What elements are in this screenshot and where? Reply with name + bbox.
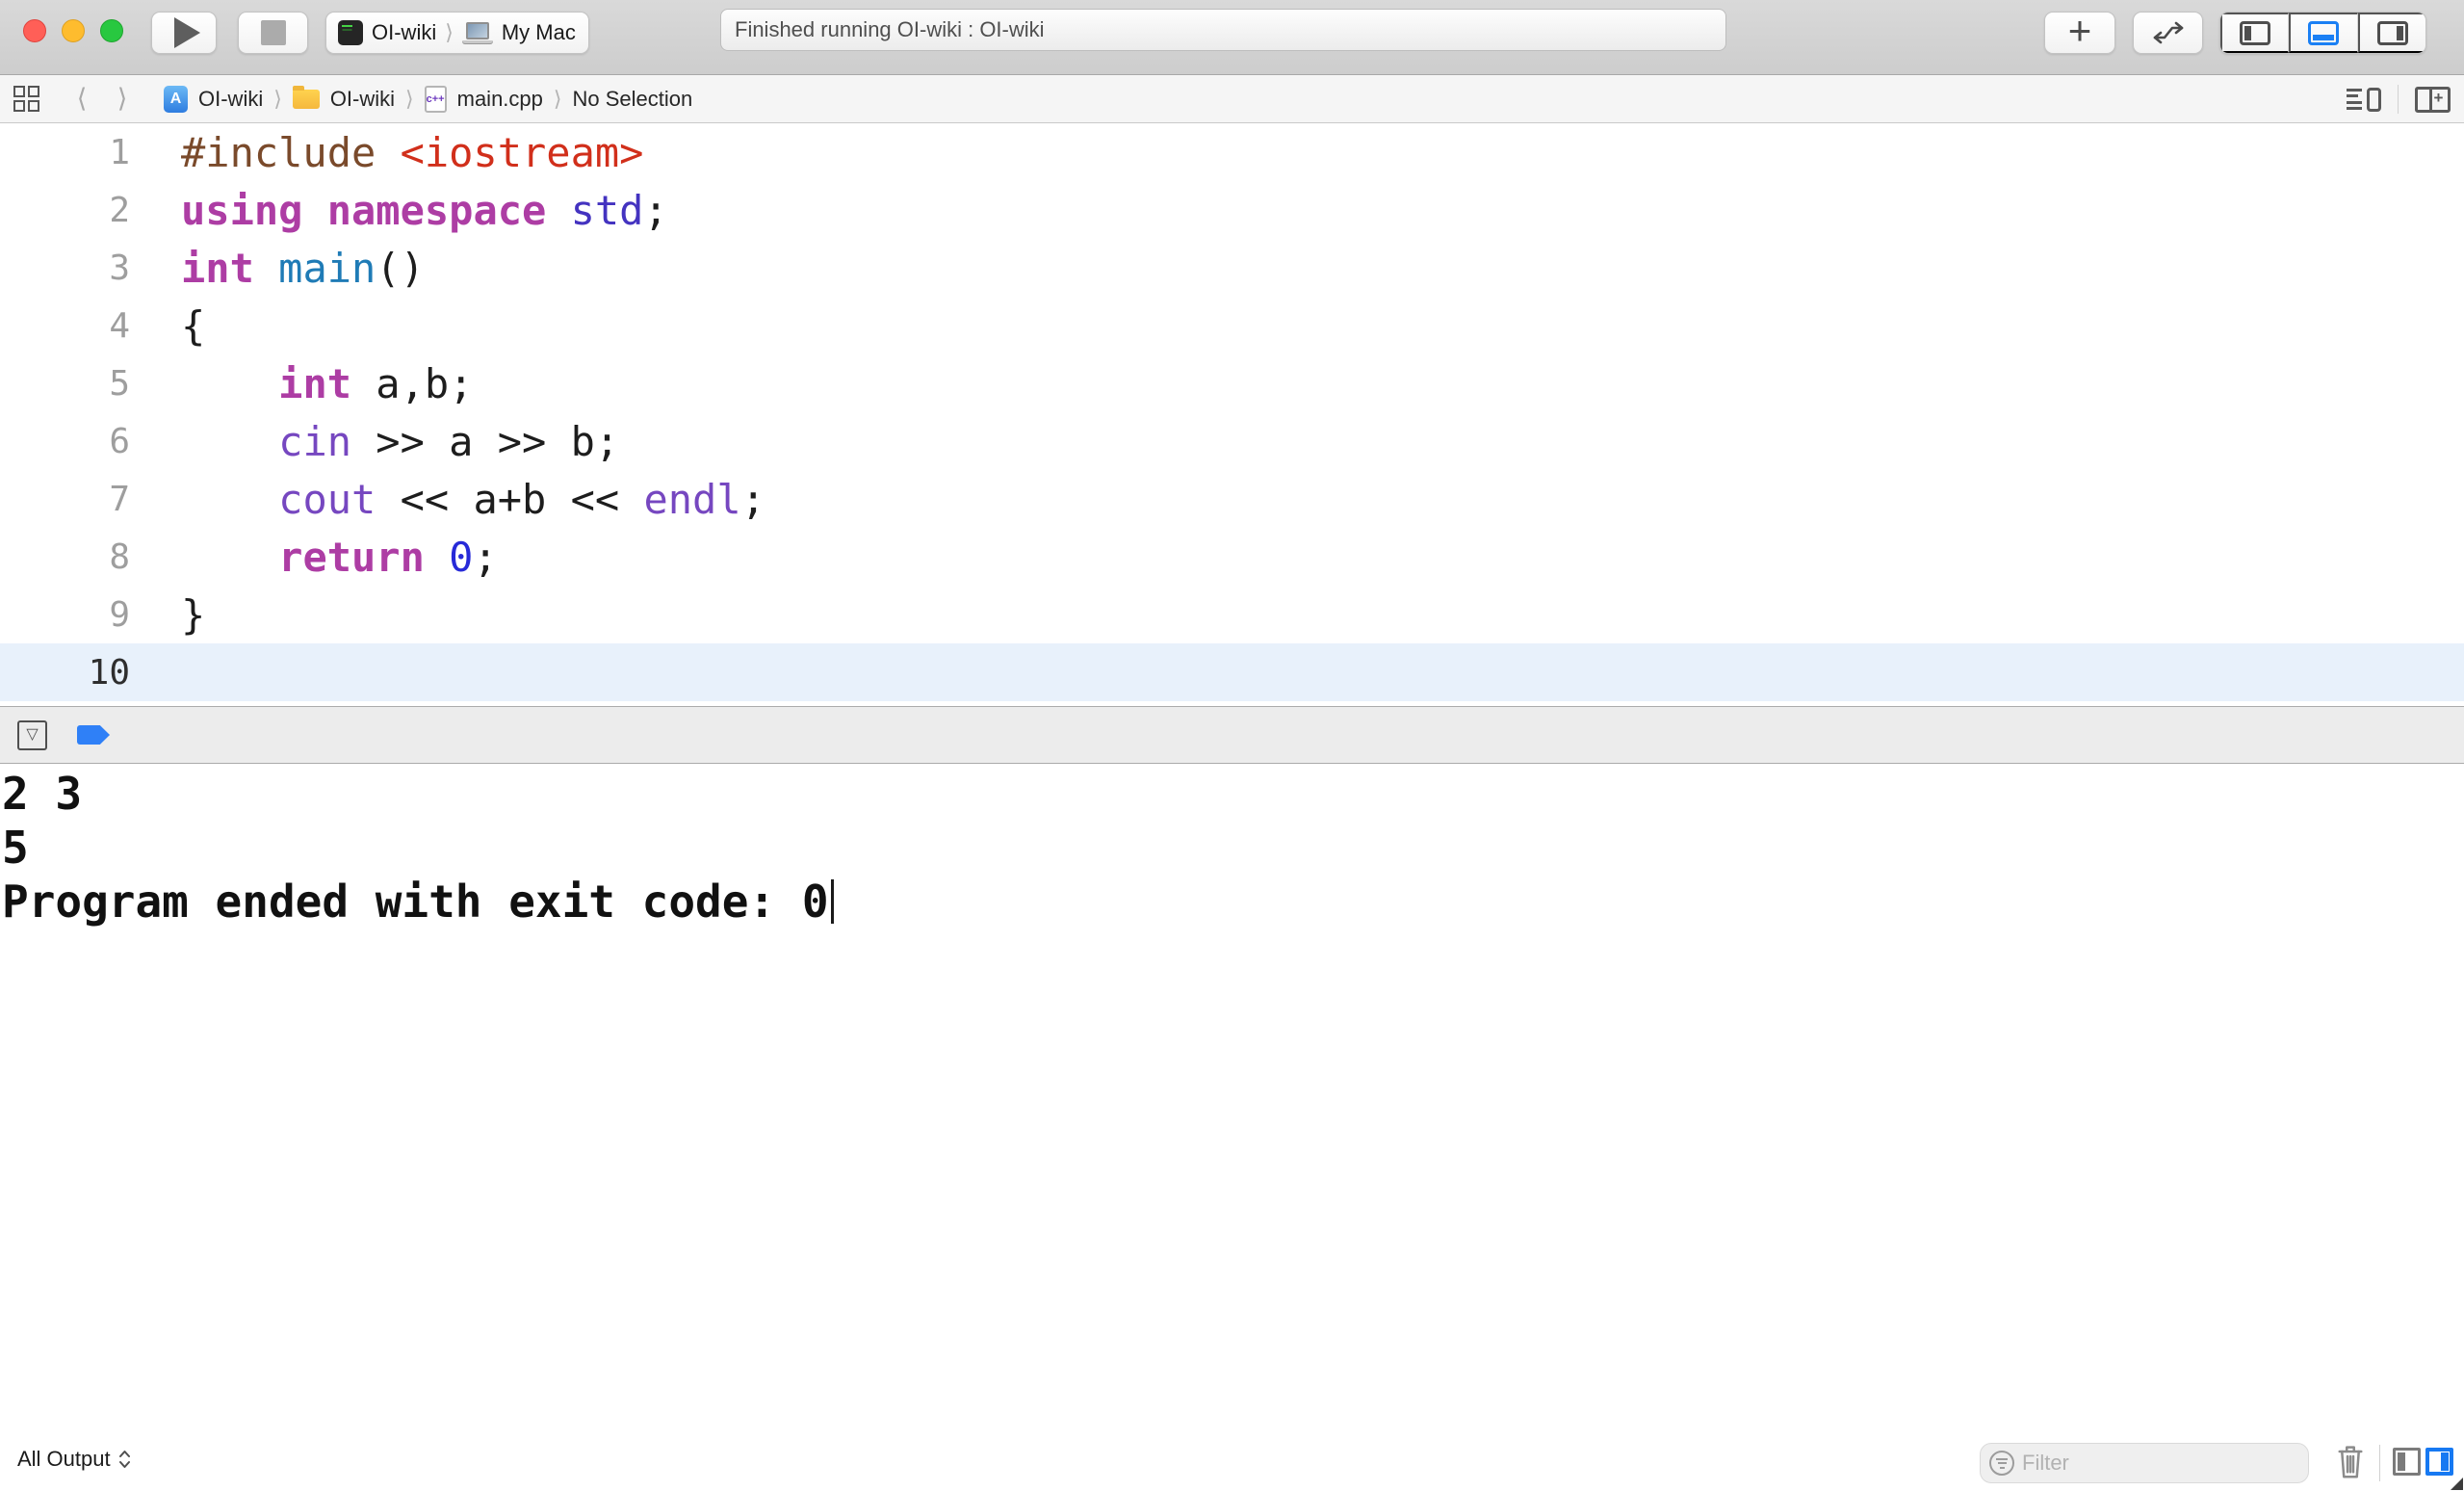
console-toolbar: All Output xyxy=(0,1435,2464,1491)
line-number: 7 xyxy=(0,480,130,519)
line-number: 2 xyxy=(0,191,130,230)
hide-debug-area-button[interactable]: ▽ xyxy=(17,720,47,750)
window-controls xyxy=(23,19,123,42)
breadcrumb-file[interactable]: main.cpp xyxy=(457,87,543,112)
code-line-text: { xyxy=(181,302,205,350)
code-editor[interactable]: 1 #include <iostream> 2 using namespace std… xyxy=(0,123,2464,706)
panel-toggle-group xyxy=(2219,12,2426,54)
code-line-text: cout << a+b << endl; xyxy=(181,476,765,523)
chevron-right-icon: ⟩ xyxy=(405,87,414,112)
code-line: 8 return 0; xyxy=(0,528,2464,586)
code-line-text: cin >> a >> b; xyxy=(181,418,619,465)
my-mac-icon xyxy=(462,22,493,44)
code-line-text: return 0; xyxy=(181,534,498,581)
activity-status: Finished running OI-wiki : OI-wiki xyxy=(720,9,1726,51)
line-number: 10 xyxy=(0,653,130,693)
code-line: 10 xyxy=(0,643,2464,701)
trash-icon xyxy=(2336,1443,2365,1479)
stop-button[interactable] xyxy=(238,12,308,54)
play-icon xyxy=(174,17,200,48)
chevron-right-icon: ⟩ xyxy=(273,87,282,112)
stop-icon xyxy=(261,20,286,45)
scheme-project-label: OI-wiki xyxy=(372,20,436,45)
line-number: 5 xyxy=(0,364,130,404)
code-line: 1 #include <iostream> xyxy=(0,123,2464,181)
back-button[interactable]: ⟨ xyxy=(71,86,92,112)
chevron-right-icon: ⟩ xyxy=(554,87,562,112)
scheme-destination-label: My Mac xyxy=(502,20,576,45)
editor-arrows-button[interactable] xyxy=(2133,12,2203,54)
line-number: 1 xyxy=(0,133,130,172)
code-line: 5 int a,b; xyxy=(0,354,2464,412)
swap-arrows-icon xyxy=(2150,20,2187,45)
divider xyxy=(2398,85,2399,114)
code-line-text: using namespace std; xyxy=(181,187,668,234)
code-line: 9} xyxy=(0,586,2464,643)
inspector-panel-icon xyxy=(2377,21,2408,45)
debug-panel-icon xyxy=(2308,21,2339,45)
code-line: 2 using namespace std; xyxy=(0,181,2464,239)
project-file-icon: A xyxy=(164,86,188,113)
run-button[interactable] xyxy=(151,12,217,54)
minimize-window-button[interactable] xyxy=(62,19,85,42)
folder-icon xyxy=(293,90,320,109)
console-text: 2 3 5 Program ended with exit code: 0 xyxy=(0,767,2464,929)
code-line-text: } xyxy=(181,591,205,639)
zoom-window-button[interactable] xyxy=(100,19,123,42)
breadcrumb-project[interactable]: OI-wiki xyxy=(198,87,263,112)
forward-button[interactable]: ⟩ xyxy=(112,86,133,112)
toggle-navigator-button[interactable] xyxy=(2220,13,2289,53)
jump-bar-actions xyxy=(2347,75,2451,123)
line-number: 4 xyxy=(0,306,130,346)
code-line: 4{ xyxy=(0,297,2464,354)
code-line: 3 int main() xyxy=(0,239,2464,297)
toggle-inspectors-button[interactable] xyxy=(2358,13,2425,53)
line-number: 8 xyxy=(0,537,130,577)
filter-input[interactable] xyxy=(2022,1451,2299,1476)
library-button[interactable]: + xyxy=(2044,12,2115,54)
activity-status-text: Finished running OI-wiki : OI-wiki xyxy=(735,17,1045,42)
editor-options-icon[interactable] xyxy=(2347,88,2381,112)
cpp-file-icon: c++ xyxy=(425,86,447,113)
scheme-selector[interactable]: OI-wiki ⟩ My Mac xyxy=(325,12,589,54)
output-scope-dropdown[interactable]: All Output xyxy=(17,1447,131,1472)
toolbar: OI-wiki ⟩ My Mac Finished running OI-wik… xyxy=(0,0,2464,75)
code-line-text: #include <iostream> xyxy=(181,129,643,176)
up-down-chevrons-icon xyxy=(118,1449,131,1470)
toggle-console-view-button[interactable] xyxy=(2425,1448,2453,1476)
clear-console-button[interactable] xyxy=(2336,1443,2365,1479)
code-line: 6 cin >> a >> b; xyxy=(0,412,2464,470)
scheme-target-icon xyxy=(338,20,363,45)
output-scope-label: All Output xyxy=(17,1447,111,1472)
chevron-right-icon: ⟩ xyxy=(445,20,454,45)
navigator-panel-icon xyxy=(2240,21,2270,45)
divider xyxy=(2379,1445,2380,1481)
code-line-text: int main() xyxy=(181,245,425,292)
code-line-text: int a,b; xyxy=(181,360,473,407)
console-output[interactable]: 2 3 5 Program ended with exit code: 0 xyxy=(0,764,2464,1435)
filter-icon xyxy=(1989,1451,2014,1476)
breadcrumb-selection[interactable]: No Selection xyxy=(573,87,693,112)
related-items-icon[interactable] xyxy=(13,86,42,112)
toggle-variables-view-button[interactable] xyxy=(2393,1448,2421,1476)
line-number: 6 xyxy=(0,422,130,461)
jump-bar: ⟨ ⟩ A OI-wiki ⟩ OI-wiki ⟩ c++ main.cpp ⟩… xyxy=(0,75,2464,123)
debug-bar: ▽ xyxy=(0,706,2464,764)
toggle-debug-area-button[interactable] xyxy=(2289,13,2357,53)
breadcrumb-folder[interactable]: OI-wiki xyxy=(330,87,395,112)
breakpoints-toggle-button[interactable] xyxy=(77,725,110,745)
add-editor-icon[interactable] xyxy=(2415,87,2451,113)
text-cursor xyxy=(831,879,834,924)
console-filter-field xyxy=(1980,1443,2309,1483)
window-resize-grip[interactable] xyxy=(2451,1478,2463,1490)
close-window-button[interactable] xyxy=(23,19,46,42)
line-number: 9 xyxy=(0,595,130,635)
line-number: 3 xyxy=(0,248,130,288)
code-line: 7 cout << a+b << endl; xyxy=(0,470,2464,528)
